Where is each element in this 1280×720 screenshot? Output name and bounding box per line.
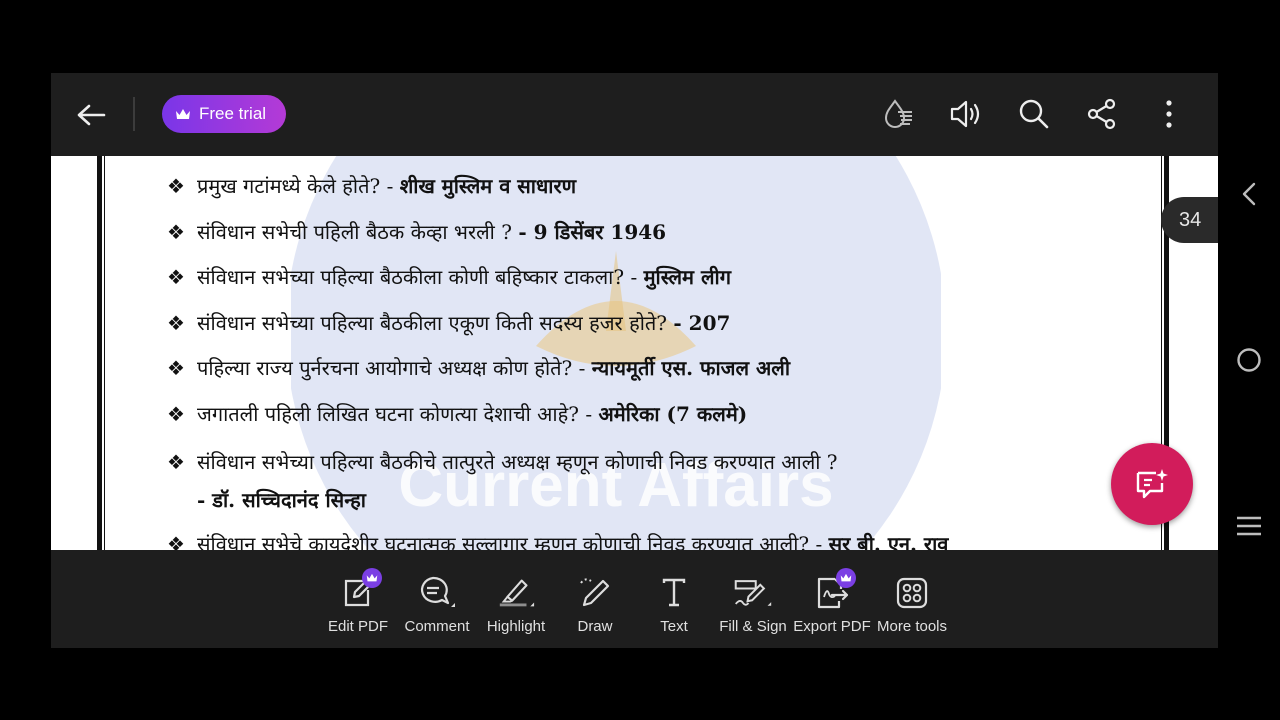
system-recents-button[interactable] xyxy=(1232,509,1266,543)
system-back-button[interactable] xyxy=(1232,177,1266,211)
bottom-toolbar: Edit PDF Comment Highlight Draw Text Fil… xyxy=(51,550,1218,648)
more-options-button[interactable] xyxy=(1151,96,1187,132)
tool-label: Draw xyxy=(577,618,613,635)
back-button[interactable] xyxy=(73,98,109,132)
tool-more-tools[interactable]: More tools xyxy=(872,550,952,648)
highlight-icon xyxy=(499,579,535,607)
tool-draw[interactable]: Draw xyxy=(555,550,635,648)
tool-comment[interactable]: Comment xyxy=(397,550,477,648)
share-button[interactable] xyxy=(1084,96,1120,132)
back-chevron-icon xyxy=(1242,182,1256,206)
comment-icon xyxy=(421,576,455,607)
free-trial-label: Free trial xyxy=(199,104,267,123)
home-circle-icon xyxy=(1237,348,1261,372)
more-tools-icon xyxy=(896,577,928,609)
ai-assistant-icon xyxy=(1136,469,1168,499)
ai-assistant-button[interactable] xyxy=(1111,443,1193,525)
crown-icon xyxy=(366,573,378,582)
tool-label: Export PDF xyxy=(793,618,871,635)
text-icon xyxy=(662,578,686,607)
share-icon xyxy=(1087,98,1116,130)
page-number-badge[interactable]: 34 xyxy=(1161,197,1218,243)
read-aloud-icon xyxy=(950,100,980,128)
tool-highlight[interactable]: Highlight xyxy=(476,550,556,648)
question-line: ❖ संविधान सभेच्या पहिल्या बैठकीचे तात्पुर… xyxy=(167,450,838,474)
tool-label: Fill & Sign xyxy=(719,618,787,635)
reading-mode-icon xyxy=(884,99,912,128)
question-line: ❖ जगातली पहिली लिखित घटना कोणत्या देशाची … xyxy=(167,402,748,426)
tool-text[interactable]: Text xyxy=(634,550,714,648)
more-vertical-icon xyxy=(1166,100,1172,128)
question-line: ❖ प्रमुख गटांमध्ये केले होते? - शीख मुस्ल… xyxy=(167,174,577,198)
premium-badge xyxy=(836,568,856,588)
tool-export-pdf[interactable]: Export PDF xyxy=(792,550,872,648)
read-aloud-button[interactable] xyxy=(948,96,984,132)
question-line: ❖ संविधान सभेच्या पहिल्या बैठकीला कोणी बह… xyxy=(167,265,731,289)
reading-mode-button[interactable] xyxy=(880,96,916,132)
pdf-page[interactable]: Current Affairs ❖ प्रमुख गटांमध्ये केले ह… xyxy=(51,156,1218,550)
crown-icon xyxy=(840,573,852,582)
tool-edit-pdf[interactable]: Edit PDF xyxy=(318,550,398,648)
question-line: ❖ संविधान सभेचे कायदेशीर घटनात्मक सल्लागा… xyxy=(167,532,949,550)
watermark-logo: Current Affairs xyxy=(291,156,941,550)
question-line: ❖ संविधान सभेची पहिली बैठक केव्हा भरली ? … xyxy=(167,220,667,244)
search-button[interactable] xyxy=(1016,96,1052,132)
tool-label: Highlight xyxy=(486,618,546,635)
arrow-left-icon xyxy=(77,104,106,126)
top-bar: Free trial xyxy=(51,73,1218,156)
tool-fill-sign[interactable]: Fill & Sign xyxy=(713,550,793,648)
tool-label: More tools xyxy=(876,618,948,635)
free-trial-button[interactable]: Free trial xyxy=(162,95,286,133)
recents-menu-icon xyxy=(1237,516,1261,536)
tool-label: Text xyxy=(660,618,688,635)
search-icon xyxy=(1019,99,1049,129)
pdf-viewer-window: Free trial Current Affairs ❖ प्रमुख गटां… xyxy=(51,73,1218,648)
premium-badge xyxy=(362,568,382,588)
toolbar-divider xyxy=(133,97,135,131)
crown-icon xyxy=(176,108,190,119)
tool-label: Edit PDF xyxy=(327,618,388,635)
page-border-left-inner xyxy=(104,156,105,550)
tool-label: Comment xyxy=(404,618,470,635)
answer-line: - डॉ. सच्चिदानंद सिन्हा xyxy=(197,488,366,512)
draw-icon xyxy=(580,578,610,607)
fill-sign-icon xyxy=(734,580,772,606)
system-home-button[interactable] xyxy=(1232,343,1266,377)
question-line: ❖ पहिल्या राज्य पुर्नरचना आयोगाचे अध्यक्ष… xyxy=(167,356,791,380)
question-line: ❖ संविधान सभेच्या पहिल्या बैठकीला एकूण कि… xyxy=(167,311,731,335)
page-border-left xyxy=(97,156,102,550)
page-number: 34 xyxy=(1179,208,1202,231)
